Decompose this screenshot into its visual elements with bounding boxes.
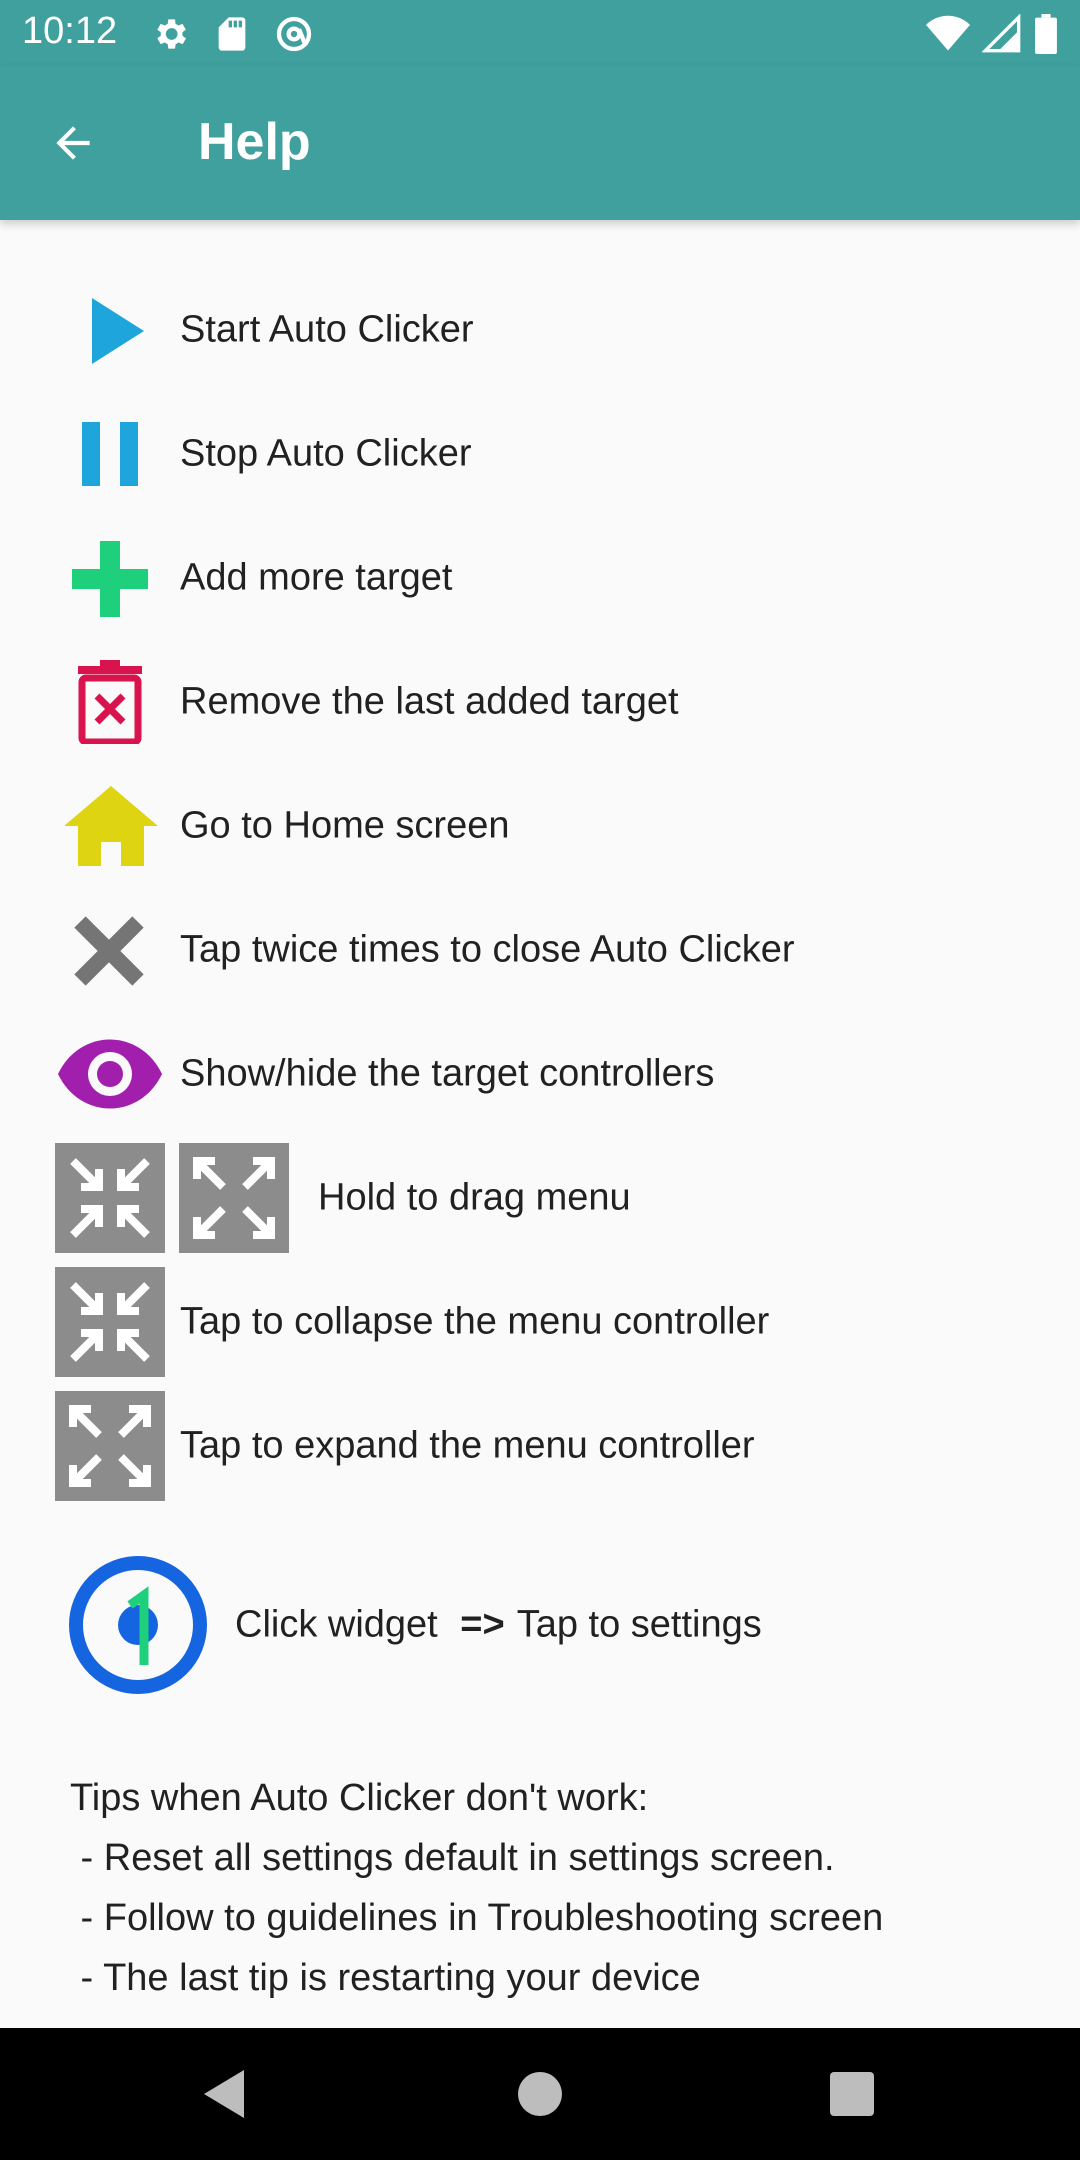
collapse-arrows-icon: [55, 1267, 165, 1377]
widget-label-before: Click widget: [235, 1603, 438, 1646]
widget-arrow: =>: [460, 1603, 505, 1646]
help-item-stop: Stop Auto Clicker: [0, 404, 1080, 504]
eye-visibility-icon: [58, 1039, 162, 1109]
widget-label-after: Tap to settings: [516, 1603, 762, 1646]
help-item-label: Go to Home screen: [180, 804, 510, 847]
help-item-label: Hold to drag menu: [318, 1176, 631, 1219]
wifi-icon: [926, 15, 970, 51]
nav-recents-icon[interactable]: [822, 2064, 882, 2124]
help-item-label: Show/hide the target controllers: [180, 1052, 715, 1095]
add-plus-icon: [72, 541, 148, 617]
tips-line: - The last tip is restarting your device: [70, 1957, 701, 1999]
play-icon: [92, 298, 144, 364]
tips-line: - Reset all settings default in settings…: [70, 1837, 835, 1879]
tips-section: Tips when Auto Clicker don't work: - Res…: [70, 1768, 883, 2008]
status-time: 10:12: [22, 10, 118, 52]
settings-gear-icon: [157, 19, 186, 49]
nav-home-icon[interactable]: [510, 2064, 570, 2124]
expand-arrows-icon: [55, 1391, 165, 1501]
help-item-collapse: Tap to collapse the menu controller: [0, 1267, 1080, 1377]
help-item-start: Start Auto Clicker: [0, 280, 1080, 380]
home-icon: [64, 786, 158, 866]
help-item-label: Tap to collapse the menu controller: [180, 1300, 770, 1343]
pause-icon: [82, 422, 138, 486]
status-icons-left: [150, 14, 314, 54]
help-item-remove: Remove the last added target: [0, 652, 1080, 752]
arrow-back-icon: [56, 126, 90, 160]
at-sign-icon: [276, 16, 312, 52]
help-item-label: Remove the last added target: [180, 680, 679, 723]
tips-line: - Follow to guidelines in Troubleshootin…: [70, 1897, 884, 1939]
app-bar: Help: [0, 66, 1080, 220]
page-title: Help: [198, 113, 311, 171]
sd-card-icon: [218, 17, 246, 51]
tips-heading: Tips when Auto Clicker don't work:: [70, 1777, 649, 1819]
help-item-label: Start Auto Clicker: [180, 308, 474, 351]
close-x-icon: [74, 916, 144, 986]
expand-arrows-icon: [179, 1143, 289, 1253]
help-item-add: Add more target: [0, 528, 1080, 628]
help-item-home: Go to Home screen: [0, 776, 1080, 876]
help-item-label: Tap to expand the menu controller: [180, 1424, 755, 1467]
help-item-label: Tap twice times to close Auto Clicker: [180, 928, 795, 971]
navigation-bar: [0, 2028, 1080, 2160]
delete-trash-icon: [78, 660, 142, 744]
widget-target-icon: [69, 1556, 207, 1694]
help-item-label: Stop Auto Clicker: [180, 432, 472, 475]
help-item-drag-menu: Hold to drag menu: [0, 1143, 1080, 1253]
status-icons-right: [926, 14, 1058, 54]
help-item-expand: Tap to expand the menu controller: [0, 1391, 1080, 1501]
status-bar: 10:12: [0, 0, 1080, 66]
signal-icon: [982, 14, 1021, 53]
help-item-close: Tap twice times to close Auto Clicker: [0, 900, 1080, 1000]
help-item-widget: Click widget => Tap to settings: [0, 1555, 1080, 1695]
collapse-arrows-icon: [55, 1143, 165, 1253]
widget-row-text: Click widget => Tap to settings: [235, 1604, 762, 1647]
back-button[interactable]: [48, 118, 108, 168]
help-item-label: Add more target: [180, 556, 453, 599]
nav-back-icon[interactable]: [196, 2064, 256, 2124]
battery-icon: [1035, 14, 1057, 54]
help-item-visibility: Show/hide the target controllers: [0, 1024, 1080, 1124]
